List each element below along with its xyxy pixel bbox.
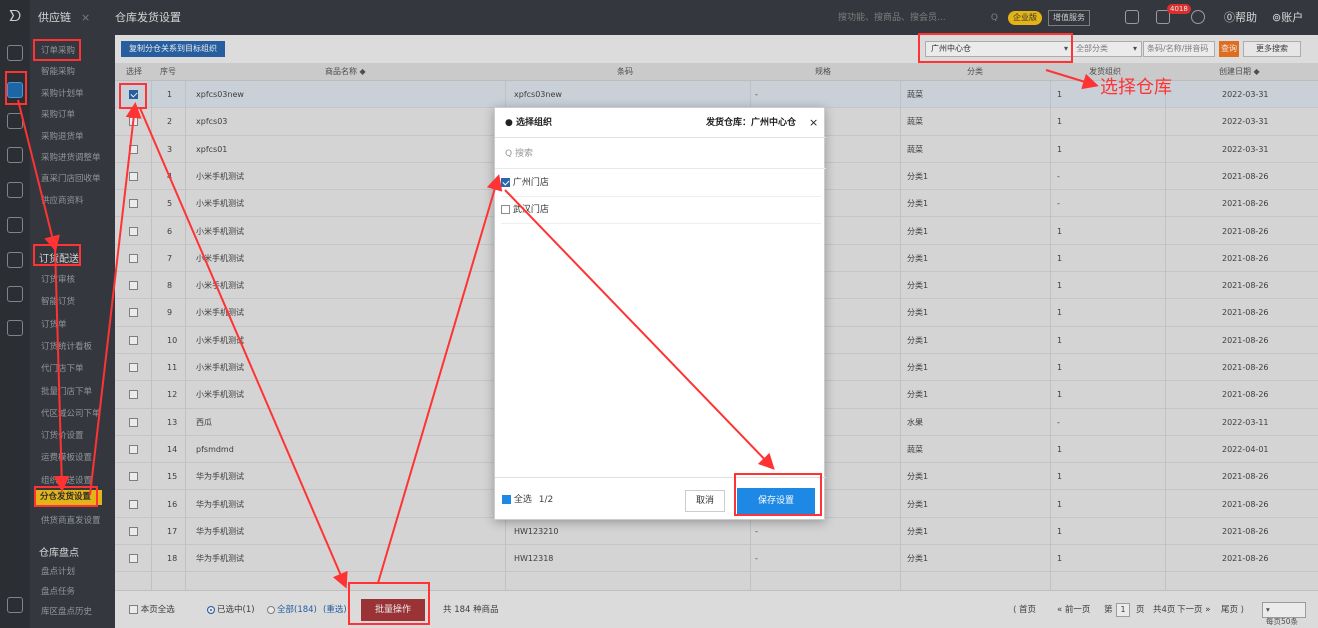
select-all-label: 全选 bbox=[513, 495, 532, 505]
save-settings-button[interactable]: 保存设置 bbox=[737, 488, 815, 515]
dialog-footer: 全选 1/2 取消 保存设置 bbox=[495, 477, 826, 521]
app-root: ᗤ 供应链 × 仓库发货设置 搜功能、搜商品、搜会员... Q 企业版 增值服务 4… bbox=[0, 0, 1318, 628]
dialog-title: ● 选择组织 bbox=[505, 118, 552, 128]
select-org-dialog: ● 选择组织 发货仓库：广州中心仓 × Q 搜索 广州门店 武汉门店 全选 1/… bbox=[494, 107, 826, 521]
org-name: 武汉门店 bbox=[512, 205, 549, 215]
selected-count: 1/2 bbox=[538, 495, 554, 505]
checkbox-partial[interactable] bbox=[502, 495, 511, 504]
org-search-input[interactable]: Q 搜索 bbox=[495, 139, 826, 169]
org-name: 广州门店 bbox=[512, 178, 549, 188]
search-placeholder: 搜索 bbox=[514, 149, 533, 159]
cancel-button[interactable]: 取消 bbox=[685, 490, 725, 512]
checkbox[interactable] bbox=[501, 205, 510, 214]
org-item[interactable]: 广州门店 bbox=[501, 170, 821, 197]
org-item[interactable]: 武汉门店 bbox=[501, 197, 821, 224]
select-all-toggle[interactable]: 全选 1/2 bbox=[502, 492, 553, 505]
checkbox[interactable] bbox=[501, 178, 510, 187]
dialog-warehouse-label: 发货仓库：广州中心仓 bbox=[706, 118, 797, 128]
close-icon[interactable]: × bbox=[809, 108, 818, 138]
search-icon: Q bbox=[505, 149, 513, 159]
dialog-header: ● 选择组织 发货仓库：广州中心仓 × bbox=[495, 108, 826, 138]
